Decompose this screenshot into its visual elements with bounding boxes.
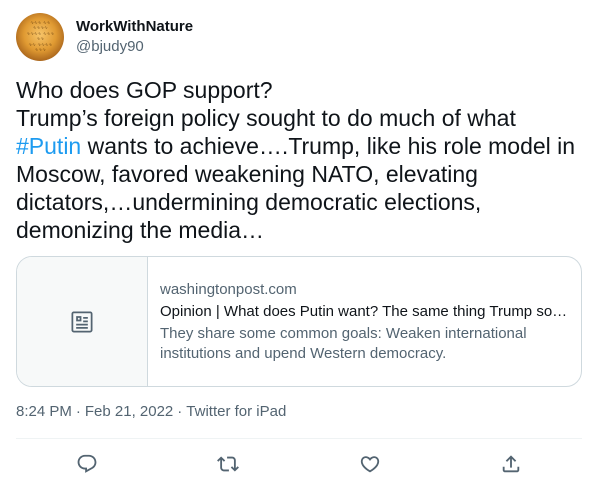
link-card[interactable]: washingtonpost.com Opinion | What does P… (16, 256, 582, 387)
avatar-image-text: ∿∿∿ ∿∿ ∿∿∿∿ ∿∿∿∿ ∿∿∿ ∿∿ ∿∿ ∿∿∿∿ ∿∿∿ (26, 20, 54, 54)
meta-separator: · (75, 403, 81, 420)
user-handle[interactable]: @bjudy90 (76, 37, 193, 57)
action-bar (16, 449, 582, 479)
article-icon (71, 311, 93, 332)
tweet-text-pre: Trump’s foreign policy sought to do much… (16, 105, 523, 131)
share-icon (503, 455, 520, 473)
reply-icon (77, 454, 97, 473)
tweet-text: Who does GOP support? Trump’s foreign po… (16, 76, 582, 244)
card-domain: washingtonpost.com (160, 280, 297, 298)
like-icon (360, 456, 379, 473)
tweet-date[interactable]: Feb 21, 2022 (85, 402, 173, 422)
divider (16, 438, 582, 439)
display-name[interactable]: WorkWithNature (76, 17, 193, 37)
reply-button[interactable] (68, 449, 106, 479)
tweet-source[interactable]: Twitter for iPad (186, 402, 286, 422)
meta-separator: · (177, 403, 183, 420)
retweet-icon (217, 456, 240, 472)
tweet-text-line1: Who does GOP support? (16, 77, 273, 103)
tweet-meta: 8:24 PM · Feb 21, 2022 · Twitter for iPa… (16, 402, 286, 422)
like-button[interactable] (351, 449, 389, 479)
tweet-time[interactable]: 8:24 PM (16, 402, 72, 422)
tweet-text-post: wants to achieve….Trump, like his role m… (16, 133, 582, 243)
tweet-header: ∿∿∿ ∿∿ ∿∿∿∿ ∿∿∿∿ ∿∿∿ ∿∿ ∿∿ ∿∿∿∿ ∿∿∿ WorkWi… (16, 12, 193, 62)
retweet-button[interactable] (209, 449, 247, 479)
card-thumbnail (17, 257, 148, 386)
hashtag-link[interactable]: #Putin (16, 133, 81, 159)
card-description: They share some common goals: Weaken int… (160, 324, 527, 362)
share-button[interactable] (492, 449, 530, 479)
card-body: washingtonpost.com Opinion | What does P… (148, 257, 580, 386)
avatar[interactable]: ∿∿∿ ∿∿ ∿∿∿∿ ∿∿∿∿ ∿∿∿ ∿∿ ∿∿ ∿∿∿∿ ∿∿∿ (16, 13, 64, 61)
card-title: Opinion | What does Putin want? The same… (160, 302, 568, 320)
user-block: WorkWithNature @bjudy90 (76, 17, 193, 57)
